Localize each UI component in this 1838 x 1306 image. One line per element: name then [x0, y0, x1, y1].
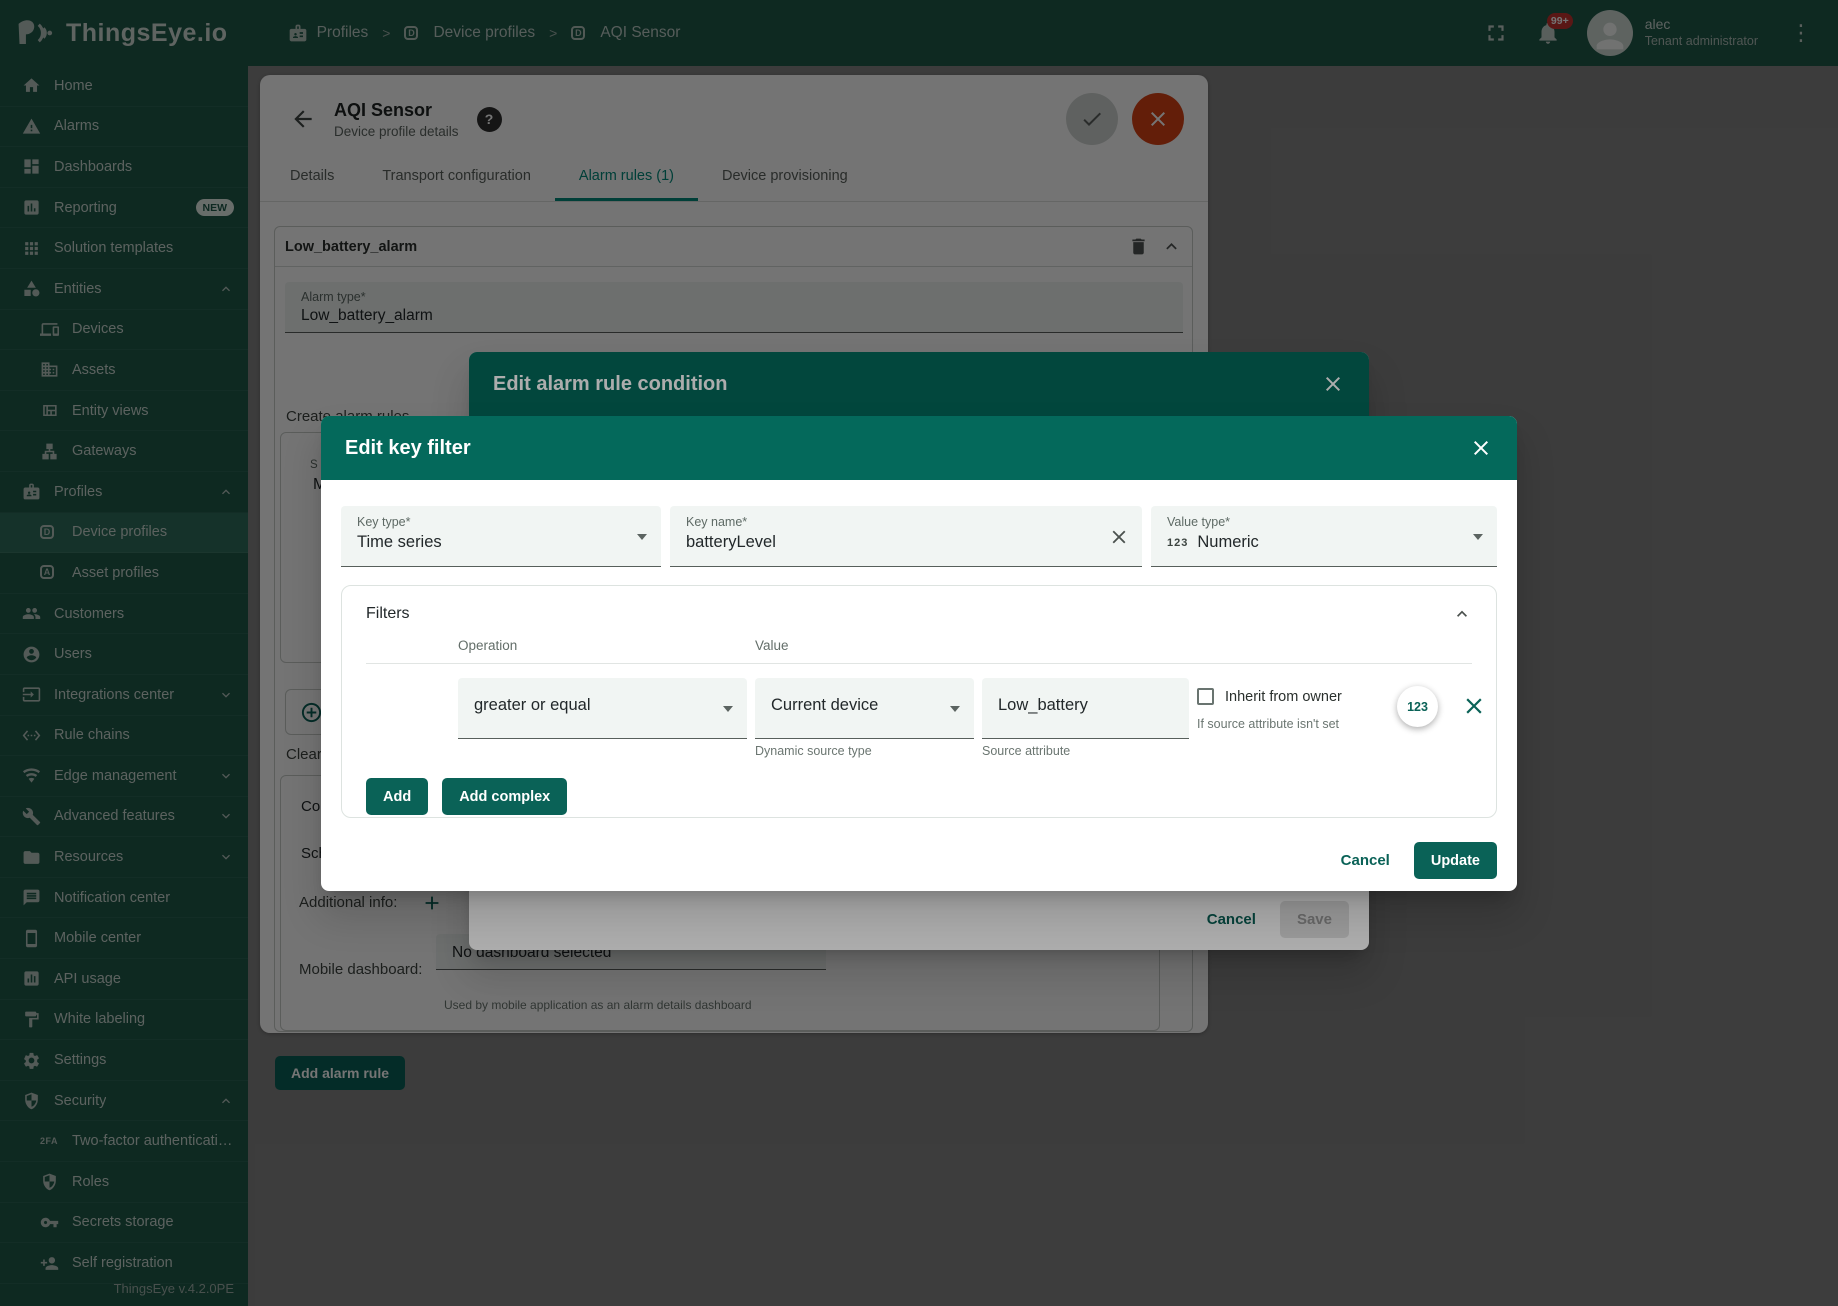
key-filter-close-icon[interactable]	[1469, 436, 1493, 460]
key-type-label: Key type*	[357, 515, 645, 529]
chevron-down-icon	[950, 706, 960, 712]
operation-column-header: Operation	[458, 638, 747, 653]
inherit-hint: If source attribute isn't set	[1197, 717, 1389, 731]
dynamic-source-type-hint: Dynamic source type	[755, 744, 974, 758]
value-type-select[interactable]: Value type* 123 Numeric	[1151, 506, 1497, 567]
key-type-select[interactable]: Key type* Time series	[341, 506, 661, 567]
add-complex-filter-button[interactable]: Add complex	[442, 778, 567, 815]
operation-select[interactable]: greater or equal	[458, 678, 747, 739]
remove-filter-icon[interactable]	[1461, 693, 1487, 719]
chevron-down-icon	[637, 534, 647, 540]
app-window: ThingsEye.io Profiles>DDevice profiles>D…	[0, 0, 1838, 1306]
filter-value-type-button[interactable]: 123	[1397, 686, 1438, 727]
key-name-input[interactable]: Key name* batteryLevel	[670, 506, 1142, 567]
chevron-down-icon	[1473, 534, 1483, 540]
inherit-from-owner-label: Inherit from owner	[1225, 689, 1342, 705]
add-filter-button[interactable]: Add	[366, 778, 428, 815]
chevron-down-icon	[723, 706, 733, 712]
key-type-value: Time series	[357, 533, 645, 552]
value-type-value: Numeric	[1197, 533, 1258, 552]
dynamic-source-type-value: Current device	[771, 696, 958, 715]
filter-row: greater or equal Current device Dynamic …	[366, 678, 1472, 758]
value-column-header: Value	[755, 638, 974, 653]
source-attribute-value: Low_battery	[998, 696, 1173, 715]
key-filter-dialog-title: Edit key filter	[345, 437, 471, 460]
operation-value: greater or equal	[474, 696, 731, 715]
filters-title: Filters	[366, 605, 410, 623]
value-type-label: Value type*	[1167, 515, 1481, 529]
key-name-value: batteryLevel	[686, 533, 1126, 552]
dynamic-source-type-select[interactable]: Current device	[755, 678, 974, 739]
clear-key-name-icon[interactable]	[1108, 526, 1130, 548]
filters-section: Filters Operation Value greater or equal	[341, 585, 1497, 818]
edit-key-filter-dialog: Edit key filter Key type* Time series Ke…	[321, 416, 1517, 891]
key-filter-update-button[interactable]: Update	[1414, 842, 1497, 879]
source-attribute-hint: Source attribute	[982, 744, 1189, 758]
source-attribute-input[interactable]: Low_battery	[982, 678, 1189, 739]
checkbox-icon	[1197, 688, 1214, 705]
inherit-from-owner-checkbox[interactable]: Inherit from owner	[1197, 688, 1389, 705]
key-name-label: Key name*	[686, 515, 1126, 529]
numeric-type-icon: 123	[1167, 537, 1188, 549]
collapse-filters-icon[interactable]	[1452, 604, 1472, 624]
key-filter-cancel-button[interactable]: Cancel	[1331, 844, 1400, 877]
